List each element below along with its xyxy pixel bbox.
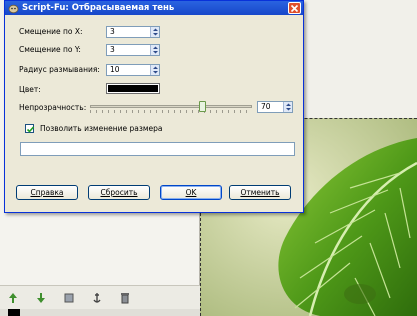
arrow-icon[interactable] bbox=[6, 291, 20, 305]
offset-y-spin-button[interactable] bbox=[150, 45, 159, 55]
slider-handle[interactable] bbox=[199, 101, 206, 112]
title-bar[interactable]: Script-Fu: Отбрасываемая тень bbox=[5, 1, 303, 15]
close-icon bbox=[290, 4, 299, 12]
allow-resize-label: Позволить изменение размера bbox=[40, 124, 163, 133]
allow-resize-checkbox[interactable] bbox=[25, 124, 35, 133]
offset-x-value: 3 bbox=[110, 27, 115, 36]
blur-radius-label: Радиус размывания: bbox=[19, 65, 100, 74]
offset-y-label: Смещение по Y: bbox=[19, 45, 81, 54]
dialog-title: Script-Fu: Отбрасываемая тень bbox=[22, 3, 175, 13]
opacity-spin-button[interactable] bbox=[283, 102, 292, 112]
opacity-label: Непрозрачность: bbox=[19, 103, 87, 112]
blur-radius-value: 10 bbox=[110, 65, 120, 74]
color-button[interactable] bbox=[106, 83, 160, 94]
offset-x-spin-button[interactable] bbox=[150, 27, 159, 37]
drop-shadow-dialog: Script-Fu: Отбрасываемая тень Смещение п… bbox=[4, 0, 304, 213]
offset-x-label: Смещение по X: bbox=[19, 27, 83, 36]
arrow-down-icon[interactable] bbox=[34, 291, 48, 305]
cancel-button[interactable]: Отменить bbox=[229, 185, 291, 200]
slider-ticks bbox=[90, 110, 252, 113]
spin-arrows-icon bbox=[153, 66, 158, 74]
help-button[interactable]: Справка bbox=[16, 185, 78, 200]
offset-y-input[interactable]: 3 bbox=[106, 44, 160, 56]
opacity-slider[interactable] bbox=[90, 101, 252, 113]
palette-strip bbox=[0, 309, 200, 316]
trash-icon[interactable] bbox=[118, 291, 132, 305]
opacity-input[interactable]: 70 bbox=[257, 101, 293, 113]
blur-radius-input[interactable]: 10 bbox=[106, 64, 160, 76]
offset-x-input[interactable]: 3 bbox=[106, 26, 160, 38]
spin-arrows-icon bbox=[286, 103, 291, 111]
reset-button[interactable]: Сбросить bbox=[88, 185, 150, 200]
close-button[interactable] bbox=[288, 2, 301, 14]
ok-button[interactable]: OK bbox=[160, 185, 222, 200]
offset-y-value: 3 bbox=[110, 45, 115, 54]
layers-toolbar bbox=[0, 285, 200, 309]
blur-radius-spin-button[interactable] bbox=[150, 65, 159, 75]
progress-bar bbox=[20, 142, 295, 156]
anchor-icon[interactable] bbox=[90, 291, 104, 305]
color-label: Цвет: bbox=[19, 85, 41, 94]
opacity-value: 70 bbox=[261, 102, 271, 111]
gimp-logo-icon bbox=[8, 4, 19, 13]
checkmark-icon bbox=[26, 126, 35, 133]
spin-arrows-icon bbox=[153, 28, 158, 36]
duplicate-icon[interactable] bbox=[62, 291, 76, 305]
foreground-swatch[interactable] bbox=[8, 309, 20, 316]
slider-groove bbox=[90, 105, 252, 108]
spin-arrows-icon bbox=[153, 46, 158, 54]
